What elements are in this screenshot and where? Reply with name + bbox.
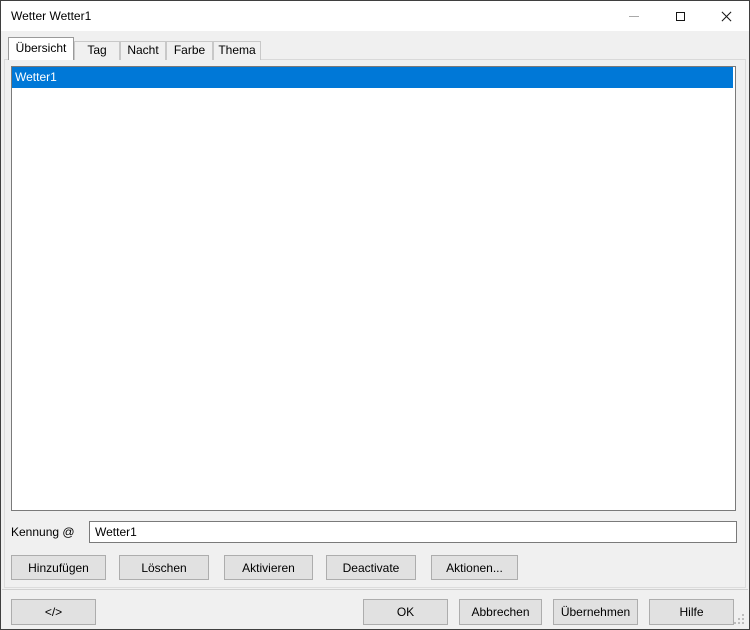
deactivate-button[interactable]: Deactivate (326, 555, 416, 580)
window-title: Wetter Wetter1 (11, 9, 91, 23)
close-icon (721, 11, 732, 22)
minimize-button (611, 1, 657, 31)
weather-list[interactable]: Wetter1 (11, 66, 736, 511)
resize-grip-icon[interactable] (742, 622, 744, 624)
minimize-icon (629, 16, 639, 17)
activate-button[interactable]: Aktivieren (224, 555, 313, 580)
tab-uebersicht[interactable]: Übersicht (8, 37, 74, 60)
tab-farbe[interactable]: Farbe (166, 41, 213, 60)
cancel-button[interactable]: Abbrechen (459, 599, 542, 625)
tab-tag[interactable]: Tag (74, 41, 120, 60)
maximize-icon (676, 12, 685, 21)
list-item[interactable]: Wetter1 (12, 67, 733, 88)
tab-thema[interactable]: Thema (213, 41, 261, 60)
footer-divider (2, 589, 748, 590)
code-view-button[interactable]: </> (11, 599, 96, 625)
add-button[interactable]: Hinzufügen (11, 555, 106, 580)
help-button[interactable]: Hilfe (649, 599, 734, 625)
kennung-input[interactable] (89, 521, 737, 543)
apply-button[interactable]: Übernehmen (553, 599, 638, 625)
titlebar[interactable]: Wetter Wetter1 (1, 1, 749, 31)
dialog-window: Wetter Wetter1 Übersicht Tag Nacht Farbe… (0, 0, 750, 630)
maximize-button[interactable] (657, 1, 703, 31)
delete-button[interactable]: Löschen (119, 555, 209, 580)
kennung-label: Kennung @ (11, 521, 75, 543)
ok-button[interactable]: OK (363, 599, 448, 625)
tab-nacht[interactable]: Nacht (120, 41, 166, 60)
actions-button[interactable]: Aktionen... (431, 555, 518, 580)
close-button[interactable] (703, 1, 749, 31)
caption-buttons (611, 1, 749, 31)
